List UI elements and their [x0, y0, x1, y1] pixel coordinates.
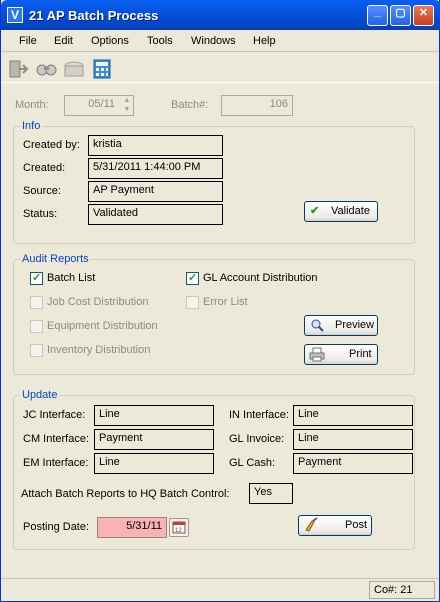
month-value: 05/11: [88, 98, 115, 110]
menu-help[interactable]: Help: [253, 35, 276, 47]
cm-interface-field[interactable]: Payment: [94, 429, 214, 450]
attach-reports-label: Attach Batch Reports to HQ Batch Control…: [21, 488, 230, 500]
menu-file[interactable]: File: [19, 35, 37, 47]
posting-date-input[interactable]: 5/31/11: [97, 517, 167, 538]
info-title: Info: [20, 120, 43, 132]
post-label: Post: [345, 519, 368, 531]
error-list-label: Error List: [203, 296, 248, 308]
gl-cash-field[interactable]: Payment: [293, 453, 413, 474]
post-button[interactable]: Post: [298, 515, 372, 536]
menu-edit[interactable]: Edit: [54, 35, 73, 47]
calendar-button[interactable]: 12: [169, 518, 189, 537]
error-list-checkbox[interactable]: [186, 296, 199, 309]
magnifier-icon: [310, 316, 324, 341]
status-bar: Co#: 21: [1, 578, 439, 600]
gl-distribution-label: GL Account Distribution: [203, 272, 318, 284]
gl-invoice-label: GL Invoice:: [229, 433, 285, 445]
audit-reports-title: Audit Reports: [20, 253, 91, 265]
inventory-checkbox[interactable]: [30, 344, 43, 357]
status-label: Status:: [23, 208, 58, 220]
cm-interface-label: CM Interface:: [23, 433, 90, 445]
batch-input[interactable]: 106: [221, 95, 293, 116]
job-cost-label: Job Cost Distribution: [47, 296, 149, 308]
status-field[interactable]: Validated: [88, 204, 223, 225]
validate-label: Validate: [331, 205, 370, 217]
batch-list-label: Batch List: [47, 272, 96, 284]
title-bar[interactable]: V 21 AP Batch Process _ ▢ ✕: [1, 0, 440, 30]
exit-icon[interactable]: [7, 58, 29, 80]
equipment-label: Equipment Distribution: [47, 320, 158, 332]
minimize-button[interactable]: _: [367, 5, 388, 26]
em-interface-label: EM Interface:: [23, 457, 89, 469]
svg-text:12: 12: [175, 528, 182, 534]
close-button[interactable]: ✕: [413, 5, 434, 26]
calculator-icon[interactable]: [91, 58, 113, 80]
attach-reports-field[interactable]: Yes: [249, 483, 293, 504]
created-field[interactable]: 5/31/2011 1:44:00 PM: [88, 158, 223, 179]
maximize-button[interactable]: ▢: [390, 5, 411, 26]
batch-icon[interactable]: [63, 58, 85, 80]
inventory-label: Inventory Distribution: [47, 344, 151, 356]
in-interface-label: IN Interface:: [229, 409, 289, 421]
checkmark-icon: ✓: [188, 272, 198, 284]
menu-options[interactable]: Options: [91, 35, 129, 47]
month-label: Month:: [15, 99, 49, 111]
preview-button[interactable]: Preview: [304, 315, 378, 336]
gl-invoice-field[interactable]: Line: [293, 429, 413, 450]
job-cost-checkbox[interactable]: [30, 296, 43, 309]
window-title: 21 AP Batch Process: [29, 8, 159, 23]
menu-tools[interactable]: Tools: [147, 35, 173, 47]
source-label: Source:: [23, 185, 61, 197]
equipment-checkbox[interactable]: [30, 320, 43, 333]
update-title: Update: [20, 389, 60, 401]
created-label: Created:: [23, 162, 66, 174]
batch-label: Batch#:: [171, 99, 209, 111]
app-icon[interactable]: V: [7, 7, 23, 23]
created-by-field[interactable]: kristia: [88, 135, 223, 156]
company-number: Co#: 21: [369, 581, 435, 599]
calendar-icon: 12: [172, 521, 186, 534]
posting-date-label: Posting Date:: [23, 521, 90, 533]
checkmark-icon: ✓: [32, 272, 42, 284]
find-icon[interactable]: [35, 58, 57, 80]
print-button[interactable]: Print: [304, 344, 378, 365]
print-label: Print: [349, 348, 372, 360]
jc-interface-field[interactable]: Line: [94, 405, 214, 426]
gl-distribution-checkbox[interactable]: ✓: [186, 272, 199, 285]
source-field[interactable]: AP Payment: [88, 181, 223, 202]
created-by-label: Created by:: [23, 139, 80, 151]
batch-list-checkbox[interactable]: ✓: [30, 272, 43, 285]
in-interface-field[interactable]: Line: [293, 405, 413, 426]
month-spinner[interactable]: ▲ ▼: [121, 96, 133, 115]
menu-bar: File Edit Options Tools Windows Help: [1, 30, 439, 52]
preview-label: Preview: [335, 319, 375, 331]
validate-button[interactable]: ✔ Validate: [304, 201, 378, 222]
em-interface-field[interactable]: Line: [94, 453, 214, 474]
menu-windows[interactable]: Windows: [191, 35, 236, 47]
broom-icon: [303, 517, 319, 540]
jc-interface-label: JC Interface:: [23, 409, 86, 421]
gl-cash-label: GL Cash:: [229, 457, 276, 469]
window: V 21 AP Batch Process _ ▢ ✕ File Edit Op…: [0, 0, 440, 602]
printer-icon: [309, 346, 325, 369]
toolbar: [1, 53, 439, 83]
check-icon: ✔: [310, 205, 320, 217]
